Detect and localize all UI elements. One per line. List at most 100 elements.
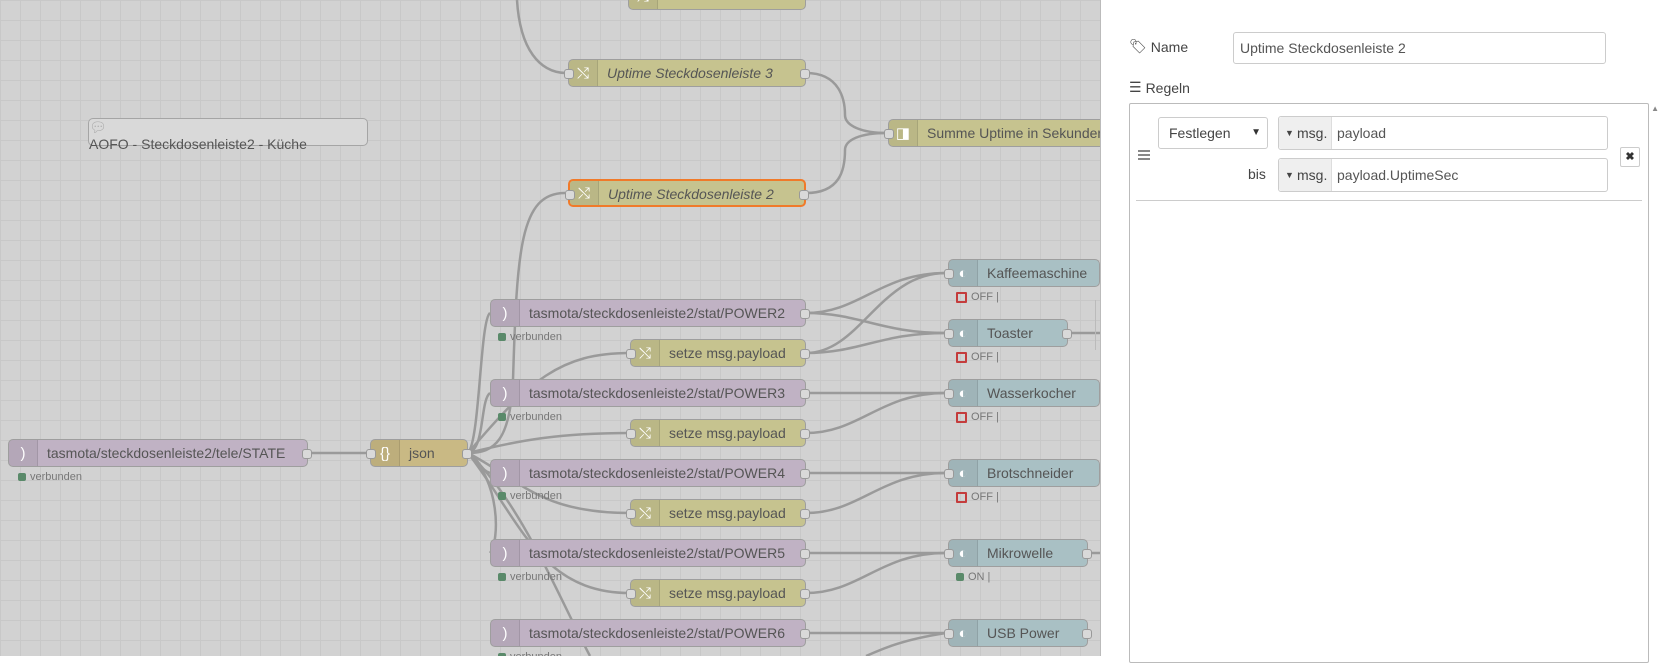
change-node-setze-3[interactable]: ⤭ setze msg.payload [626,419,810,447]
caret-down-icon: ▼ [1285,128,1294,138]
node-status: verbunden [498,331,562,343]
input-port[interactable] [944,269,954,279]
input-port[interactable] [366,449,376,459]
output-port[interactable] [800,429,810,439]
status-text: verbunden [510,490,562,502]
change-node-setze-4[interactable]: ⤭ setze msg.payload [626,499,810,527]
mqtt-icon: ) [491,460,520,486]
status-dot [18,473,26,481]
status-dot [498,573,506,581]
switch-node-kaffeemaschine[interactable]: ◐ Kaffeemaschine [944,259,1100,287]
comment-label: AOFO - Steckdosenleiste2 - Küche [89,136,307,152]
output-port[interactable] [800,349,810,359]
input-port[interactable] [626,509,636,519]
node-label: Kaffeemaschine [987,265,1088,281]
output-port[interactable] [799,190,809,200]
input-port[interactable] [944,469,954,479]
switch-node-mikrowelle[interactable]: ◐ Mikrowelle [944,539,1092,567]
node-label: tasmota/steckdosenleiste2/stat/POWER4 [529,465,785,481]
tag-icon: 🏷︎ [1129,38,1147,54]
type-selector[interactable]: ▼ msg. [1279,159,1332,191]
input-port[interactable] [944,329,954,339]
change-node-uptime3[interactable]: ⤭ Uptime Steckdosenleiste 3 [564,59,810,87]
output-port[interactable] [800,69,810,79]
mqtt-icon: ) [491,620,520,646]
node-label: Uptime Steckdosenleiste 3 [607,65,773,81]
node-label: Mikrowelle [987,545,1054,561]
status-dot [498,492,506,500]
output-port[interactable] [1082,629,1092,639]
rules-label: Regeln [1145,79,1190,96]
shuffle-icon: ⤭ [629,0,658,9]
remove-rule-button[interactable]: ✖ [1620,147,1640,167]
output-port[interactable] [800,509,810,519]
output-port[interactable] [800,469,810,479]
comment-icon: 💬︎ [89,119,107,135]
switch-node-usb-power[interactable]: ◐ USB Power [944,619,1092,647]
node-label: setze msg.payload [669,345,786,361]
rule-action-select[interactable]: Festlegen ▼ [1158,117,1268,149]
flow-canvas[interactable]: ⤭ 💬︎ AOFO - Steckdosenleiste2 - Küche ⤭ … [0,0,1100,656]
node-label: Wasserkocher [987,385,1076,401]
output-port[interactable] [1082,549,1092,559]
drag-handle-icon[interactable] [1138,150,1150,162]
mqtt-in-power6[interactable]: ) tasmota/steckdosenleiste2/stat/POWER6 [490,619,810,647]
panel-resize-handle[interactable] [1095,300,1101,350]
output-port[interactable] [1062,329,1072,339]
mqtt-in-power2[interactable]: ) tasmota/steckdosenleiste2/stat/POWER2 [490,299,810,327]
output-port[interactable] [462,449,472,459]
input-port[interactable] [944,629,954,639]
change-node-setze-2[interactable]: ⤭ setze msg.payload [626,339,810,367]
node-status: OFF | [956,491,999,503]
change-node-setze-5[interactable]: ⤭ setze msg.payload [626,579,810,607]
switch-node-brotschneider[interactable]: ◐ Brotschneider [944,459,1100,487]
chevron-down-icon: ▼ [1251,127,1261,138]
rules-list[interactable]: Festlegen ▼ ▼ msg. payload bis ▼ msg. pa… [1129,103,1649,663]
change-node-top[interactable]: ⤭ [628,0,806,10]
output-port[interactable] [800,549,810,559]
switch-node-toaster[interactable]: ◐ Toaster [944,319,1072,347]
status-text: OFF | [971,291,999,303]
input-port[interactable] [944,389,954,399]
join-node-summe[interactable]: ◨ Summe Uptime in Sekunden [884,119,1100,147]
output-port[interactable] [800,309,810,319]
change-node-uptime2[interactable]: ⤭ Uptime Steckdosenleiste 2 [565,179,809,207]
mqtt-in-power4[interactable]: ) tasmota/steckdosenleiste2/stat/POWER4 [490,459,810,487]
switch-node-wasserkocher[interactable]: ◐ Wasserkocher [944,379,1100,407]
to-typed-input[interactable]: ▼ msg. payload.UptimeSec [1278,158,1608,192]
input-port[interactable] [944,549,954,559]
name-input[interactable]: Uptime Steckdosenleiste 2 [1233,32,1606,64]
node-label: tasmota/steckdosenleiste2/stat/POWER2 [529,305,785,321]
mqtt-in-power5[interactable]: ) tasmota/steckdosenleiste2/stat/POWER5 [490,539,810,567]
scroll-up-icon[interactable]: ▲ [1651,104,1659,113]
input-port[interactable] [626,349,636,359]
node-label: Brotschneider [987,465,1074,481]
comment-node[interactable]: 💬︎ AOFO - Steckdosenleiste2 - Küche [88,118,368,152]
status-text: OFF | [971,491,999,503]
mqtt-in-tele-state[interactable]: ) tasmota/steckdosenleiste2/tele/STATE [8,439,312,467]
node-label: setze msg.payload [669,585,786,601]
mqtt-in-power3[interactable]: ) tasmota/steckdosenleiste2/stat/POWER3 [490,379,810,407]
node-label: setze msg.payload [669,505,786,521]
list-icon: ☰ [1129,79,1142,95]
to-value: payload.UptimeSec [1337,167,1459,183]
input-port[interactable] [626,589,636,599]
output-port[interactable] [800,389,810,399]
json-node[interactable]: {} json [366,439,472,467]
output-port[interactable] [800,589,810,599]
type-selector[interactable]: ▼ msg. [1279,117,1332,149]
output-port[interactable] [302,449,312,459]
output-port[interactable] [800,629,810,639]
status-text: verbunden [510,411,562,423]
edit-panel: 🏷︎ Name Uptime Steckdosenleiste 2 ☰ Rege… [1095,0,1663,663]
input-port[interactable] [565,190,575,200]
node-label: Uptime Steckdosenleiste 2 [608,186,774,202]
node-status: OFF | [956,411,999,423]
input-port[interactable] [626,429,636,439]
node-label: tasmota/steckdosenleiste2/tele/STATE [47,445,286,461]
node-status: OFF | [956,291,999,303]
property-typed-input[interactable]: ▼ msg. payload [1278,116,1608,150]
input-port[interactable] [564,69,574,79]
input-port[interactable] [884,129,894,139]
node-status: verbunden [498,411,562,423]
